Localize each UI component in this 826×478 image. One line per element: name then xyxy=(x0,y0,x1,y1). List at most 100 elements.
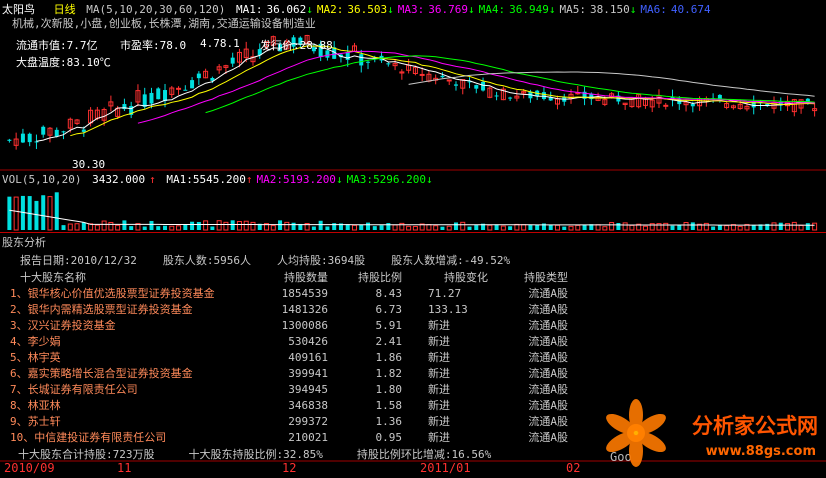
volume-bar xyxy=(236,221,242,231)
volume-bar xyxy=(176,225,182,231)
candle-body xyxy=(386,63,391,65)
volume-bar xyxy=(284,221,290,231)
holder-shares: 1481326 xyxy=(281,302,328,316)
time-label: 11 xyxy=(117,461,132,475)
volume-bar xyxy=(703,222,709,231)
holder-type: 流通A股 xyxy=(528,431,568,444)
volume-bar xyxy=(190,221,195,230)
candle-body xyxy=(149,92,154,104)
holder-name: 2、银华内需精选股票型证券投资基金 xyxy=(10,303,193,316)
volume-bar xyxy=(216,220,222,231)
vol-value-arrow: ↑ xyxy=(149,173,156,186)
moving-average-line xyxy=(36,43,815,142)
vol-ma-arrow: ↓ xyxy=(426,173,433,186)
candle-body xyxy=(27,133,32,143)
candle-body xyxy=(176,87,182,90)
panel-separator xyxy=(0,232,826,233)
ma-item-value: 38.150 xyxy=(589,3,630,16)
table-row[interactable]: 8、林亚林 346838 1.58 新进 流通A股 xyxy=(6,397,572,413)
table-row[interactable]: 7、长城证券有限责任公司 394945 1.80 新进 流通A股 xyxy=(6,381,572,397)
holder-name: 3、汉兴证券投资基金 xyxy=(10,319,116,332)
vol-ma-label: MA3: xyxy=(346,173,374,186)
volume-bar xyxy=(548,224,553,230)
ma-item-value: 36.769 xyxy=(428,3,468,16)
holder-ratio: 1.80 xyxy=(375,382,403,396)
volume-bar xyxy=(554,224,560,231)
volume-bar xyxy=(629,224,635,231)
candle-body xyxy=(446,79,452,82)
volume-bar xyxy=(142,226,147,230)
volume-bar xyxy=(778,222,783,230)
vol-ma-value: 5193.200 xyxy=(282,173,336,186)
volume-bar xyxy=(791,221,797,231)
panel-title[interactable]: 股东分析 xyxy=(2,234,46,250)
holder-count: 股东人数:5956人 xyxy=(162,254,251,267)
volume-bar xyxy=(243,220,249,231)
header-ratio: 持股比例 xyxy=(358,271,402,284)
table-row[interactable]: 4、李少娟 530426 2.41 新进 流通A股 xyxy=(6,333,572,349)
volume-bar xyxy=(372,226,377,230)
candle-body xyxy=(440,75,445,78)
table-row[interactable]: 10、中信建投证券有限责任公司 210021 0.95 新进 流通A股 xyxy=(6,429,572,445)
candle-body xyxy=(453,84,458,86)
candle-body xyxy=(61,131,66,133)
volume-bar xyxy=(149,220,154,230)
volume-bar xyxy=(440,226,445,230)
site-logo: 分析家公式网 www.88gs.com xyxy=(601,390,826,478)
volume-bar xyxy=(115,224,121,231)
holder-ratio: 2.41 xyxy=(375,334,403,348)
table-row[interactable]: 1、银华核心价值优选股票型证券投资基金 1854539 8.43 71.27 流通A股 xyxy=(6,285,572,301)
volume-bar xyxy=(711,226,716,230)
volume-bar xyxy=(196,221,201,230)
holder-type: 流通A股 xyxy=(528,367,568,380)
volume-bar xyxy=(487,224,493,231)
table-row[interactable]: 2、银华内需精选股票型证券投资基金 1481326 6.73 133.13 流通A股 xyxy=(6,301,572,317)
volume-bar xyxy=(575,224,581,231)
holder-name: 8、林亚林 xyxy=(10,399,61,412)
holder-type: 流通A股 xyxy=(528,335,568,348)
ma-item-arrow: ↓ xyxy=(548,3,556,16)
holder-change: 71.27 xyxy=(428,286,462,300)
volume-bar xyxy=(278,220,283,230)
volume-bar xyxy=(351,224,357,231)
top-holders-table: 十大股东名称 持股数量 持股比例 持股变化 持股类型 1、银华核心价值优选股票型… xyxy=(6,269,572,445)
holder-shares: 399941 xyxy=(288,366,328,380)
holder-summary: 报告日期:2010/12/32 股东人数:5956人 人均持股:3694股 股东… xyxy=(20,252,580,268)
ma-item-arrow: ↓ xyxy=(467,3,475,16)
vol-ma-values: MA1:5545.200↑ MA2:5193.200↓ MA3:5296.200↓ xyxy=(166,173,436,186)
volume-bar xyxy=(602,226,608,231)
table-row[interactable]: 3、汉兴证券投资基金 1300086 5.91 新进 流通A股 xyxy=(6,317,572,333)
volume-bar xyxy=(210,226,215,230)
volume-bar xyxy=(785,223,791,231)
moving-average-line xyxy=(70,45,815,137)
volume-bar xyxy=(805,223,810,230)
volume-bar xyxy=(508,226,513,230)
table-row[interactable]: 6、嘉实策略增长混合型证券投资基金 399941 1.82 新进 流通A股 xyxy=(6,365,572,381)
holder-shares: 530426 xyxy=(288,334,328,348)
volume-bar xyxy=(129,226,134,230)
candle-body xyxy=(183,89,188,91)
volume-bar xyxy=(7,196,12,230)
volume-bar xyxy=(81,222,86,230)
pe-ratio: 市盈率:78.0 xyxy=(120,39,187,52)
volume-bar xyxy=(474,225,479,230)
candle-body xyxy=(81,129,86,132)
holder-footer: 十大股东合计持股:723万股 十大股东持股比例:32.85% 持股比例环比增减:… xyxy=(18,446,491,462)
ma-item-value: 36.503 xyxy=(347,3,388,16)
table-row[interactable]: 9、苏士轩 299372 1.36 新进 流通A股 xyxy=(6,413,572,429)
header-shares: 持股数量 xyxy=(284,271,328,284)
vol-ma-arrow: ↑ xyxy=(245,173,253,186)
volume-bar xyxy=(156,226,161,230)
holder-ratio: 8.43 xyxy=(375,286,403,300)
volume-bar xyxy=(467,226,472,230)
ma-item: MA3: xyxy=(397,3,425,16)
volume-bar xyxy=(528,224,533,230)
volume-bar xyxy=(500,225,506,231)
table-row[interactable]: 5、林宇英 409161 1.86 新进 流通A股 xyxy=(6,349,572,365)
holder-type: 流通A股 xyxy=(528,399,568,412)
vol-ma-value: 5545.200 xyxy=(192,173,246,186)
candle-body xyxy=(142,94,147,107)
holder-name: 4、李少娟 xyxy=(10,335,61,348)
holder-ratio: 6.73 xyxy=(375,302,403,316)
ma-item: MA2: xyxy=(316,3,344,16)
